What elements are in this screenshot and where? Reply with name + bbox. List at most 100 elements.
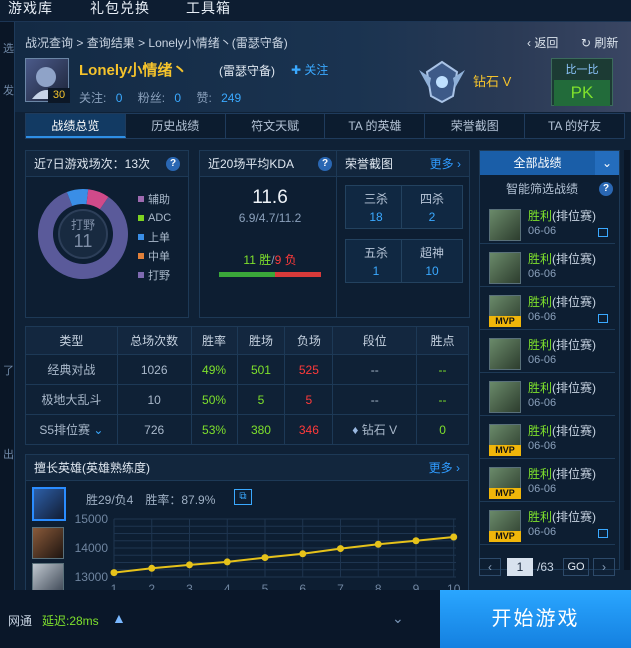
tab-honor[interactable]: 荣誉截图 (425, 114, 526, 138)
match-row[interactable]: MVP 胜利(排位赛) 06-06 (480, 461, 615, 502)
match-row[interactable]: 胜利(排位赛) 06-06 (480, 203, 615, 244)
server-name: (雷瑟守备) (219, 64, 275, 78)
hero-portrait-1[interactable] (32, 487, 66, 521)
back-button[interactable]: ‹ 返回 (527, 34, 558, 51)
honor-more-link[interactable]: 更多 › (430, 151, 461, 177)
legend-item: 中单 (138, 246, 171, 265)
nav-toolbox[interactable]: 工具箱 (186, 0, 231, 18)
network-label: 网通 (8, 614, 33, 628)
refresh-icon: ↻ (581, 36, 595, 50)
next-page-button[interactable]: › (593, 558, 615, 576)
prev-page-button[interactable]: ‹ (479, 558, 501, 576)
win-loss: 11 胜/9 负 (243, 253, 297, 267)
win-bar-fill (219, 272, 276, 277)
scrollbar[interactable] (624, 150, 630, 570)
data-point (110, 569, 118, 577)
tab-friends[interactable]: TA 的好友 (525, 114, 624, 138)
chevron-down-icon[interactable]: ⌄ (595, 151, 619, 175)
go-button[interactable]: GO (563, 558, 589, 576)
legend-item: 打野 (138, 265, 171, 284)
quadra-kill-box: 四杀 2 (401, 185, 463, 229)
match-date: 06-06 (528, 397, 557, 409)
match-row[interactable]: MVP 胜利(排位赛) 06-06 (480, 289, 615, 330)
games7-title: 近7日游戏场次：13次? (26, 151, 188, 177)
losses: 9 负 (274, 253, 297, 267)
result-text: 胜利 (528, 209, 553, 223)
legend-item: 辅助 (138, 189, 171, 208)
match-row[interactable]: 胜利(排位赛) 06-06 (480, 332, 615, 373)
season-selector[interactable]: S5排位赛 ⌄ (25, 414, 118, 445)
avatar[interactable]: 30 (25, 58, 70, 103)
match-filter-bar[interactable]: 全部战绩 ⌄ (480, 151, 619, 175)
hero-portrait-2[interactable] (32, 527, 64, 559)
honor-title: 荣誉截图 更多 › (337, 151, 469, 177)
mvp-badge: MVP (489, 316, 521, 327)
breadcrumb-item[interactable]: 战况查询 (25, 36, 73, 50)
start-game-button[interactable]: 开始游戏 (440, 590, 631, 648)
rank-text: 钻石 V (473, 74, 512, 89)
chevron-down-icon[interactable]: ⌄ (392, 610, 404, 627)
pk-button[interactable]: PK (554, 80, 610, 106)
strip-char: 了 (3, 365, 14, 377)
stats-header-row: 类型 总场次数 胜率 胜场 负场 段位 胜点 (25, 326, 469, 355)
breadcrumb-item[interactable]: 查询结果 (87, 36, 135, 50)
tab-bar: 战绩总览 历史战绩 符文天赋 TA 的英雄 荣誉截图 TA 的好友 (25, 113, 625, 139)
data-point (299, 550, 307, 558)
y-tick-label: 13000 (75, 570, 109, 584)
match-date: 06-06 (528, 268, 557, 280)
strip-char: 选 (3, 43, 14, 55)
match-row[interactable]: 胜利(排位赛) 06-06 (480, 375, 615, 416)
mvp-badge: MVP (489, 445, 521, 456)
page-input[interactable]: 1 (507, 558, 533, 576)
rank-small-icon: ♦ (352, 423, 359, 437)
nav-game-library[interactable]: 游戏库 (8, 0, 53, 18)
followers-count: 0 (115, 91, 123, 105)
match-row[interactable]: MVP 胜利(排位赛) 06-06 (480, 418, 615, 459)
tab-history[interactable]: 历史战绩 (126, 114, 226, 138)
copy-icon[interactable]: ⧉ (234, 489, 252, 505)
result-text: 胜利 (528, 510, 553, 524)
win-loss-bar (219, 272, 321, 277)
nav-gift-redeem[interactable]: 礼包兑换 (90, 0, 150, 18)
tab-runes[interactable]: 符文天赋 (226, 114, 326, 138)
mvp-badge: MVP (489, 488, 521, 499)
legend-item: 上单 (138, 227, 171, 246)
match-date: 06-06 (528, 354, 557, 366)
table-row: 经典对战 1026 49% 501 525 -- -- (25, 354, 469, 385)
donut-center-value: 11 (74, 231, 93, 251)
y-tick-label: 15000 (75, 513, 109, 526)
result-text: 胜利 (528, 381, 553, 395)
follow-button[interactable]: ✚ 关注 (291, 61, 328, 78)
data-point (261, 554, 269, 562)
screenshot-icon[interactable] (598, 314, 608, 323)
heroes-more-link[interactable]: 更多 › (429, 455, 460, 481)
tab-heroes[interactable]: TA 的英雄 (325, 114, 426, 138)
result-text: 胜利 (528, 338, 553, 352)
wins: 11 胜 (243, 253, 272, 267)
match-result: 胜利(排位赛) (528, 207, 596, 224)
network-status-icon: ▲ (112, 610, 126, 626)
pager: ‹ 1 /63 GO › (479, 558, 620, 578)
compare-box[interactable]: 比一比 PK (551, 58, 613, 106)
games7-card: 近7日游戏场次：13次? 打野 11 辅助 ADC 上单 中单 打野 (25, 150, 189, 318)
help-icon[interactable]: ? (166, 157, 180, 171)
help-icon[interactable]: ? (599, 182, 613, 196)
match-row[interactable]: MVP 胜利(排位赛) 06-06 (480, 504, 615, 545)
data-point (223, 558, 231, 566)
smart-filter[interactable]: 智能筛选战绩? (480, 175, 619, 203)
hero-record: 胜29/负4 胜率：87.9% (86, 493, 216, 507)
screenshot-icon[interactable] (598, 529, 608, 538)
match-list: 全部战绩 ⌄ 智能筛选战绩? 胜利(排位赛) 06-06 胜利(排位赛) 06-06 M… (479, 150, 620, 570)
mode-text: (排位赛) (552, 467, 597, 481)
games-donut: 打野 11 (38, 189, 128, 279)
y-tick-label: 14000 (75, 541, 109, 555)
kda-card: 近20场平均KDA? 11.6 6.9/4.7/11.2 11 胜/9 负 (199, 150, 341, 318)
tab-overview[interactable]: 战绩总览 (26, 114, 126, 138)
help-icon[interactable]: ? (318, 157, 332, 171)
position-legend: 辅助 ADC 上单 中单 打野 (138, 189, 171, 284)
mode-text: (排位赛) (552, 381, 597, 395)
refresh-button[interactable]: ↻ 刷新 (581, 34, 618, 51)
screenshot-icon[interactable] (598, 228, 608, 237)
match-row[interactable]: 胜利(排位赛) 06-06 (480, 246, 615, 287)
result-text: 胜利 (528, 424, 553, 438)
